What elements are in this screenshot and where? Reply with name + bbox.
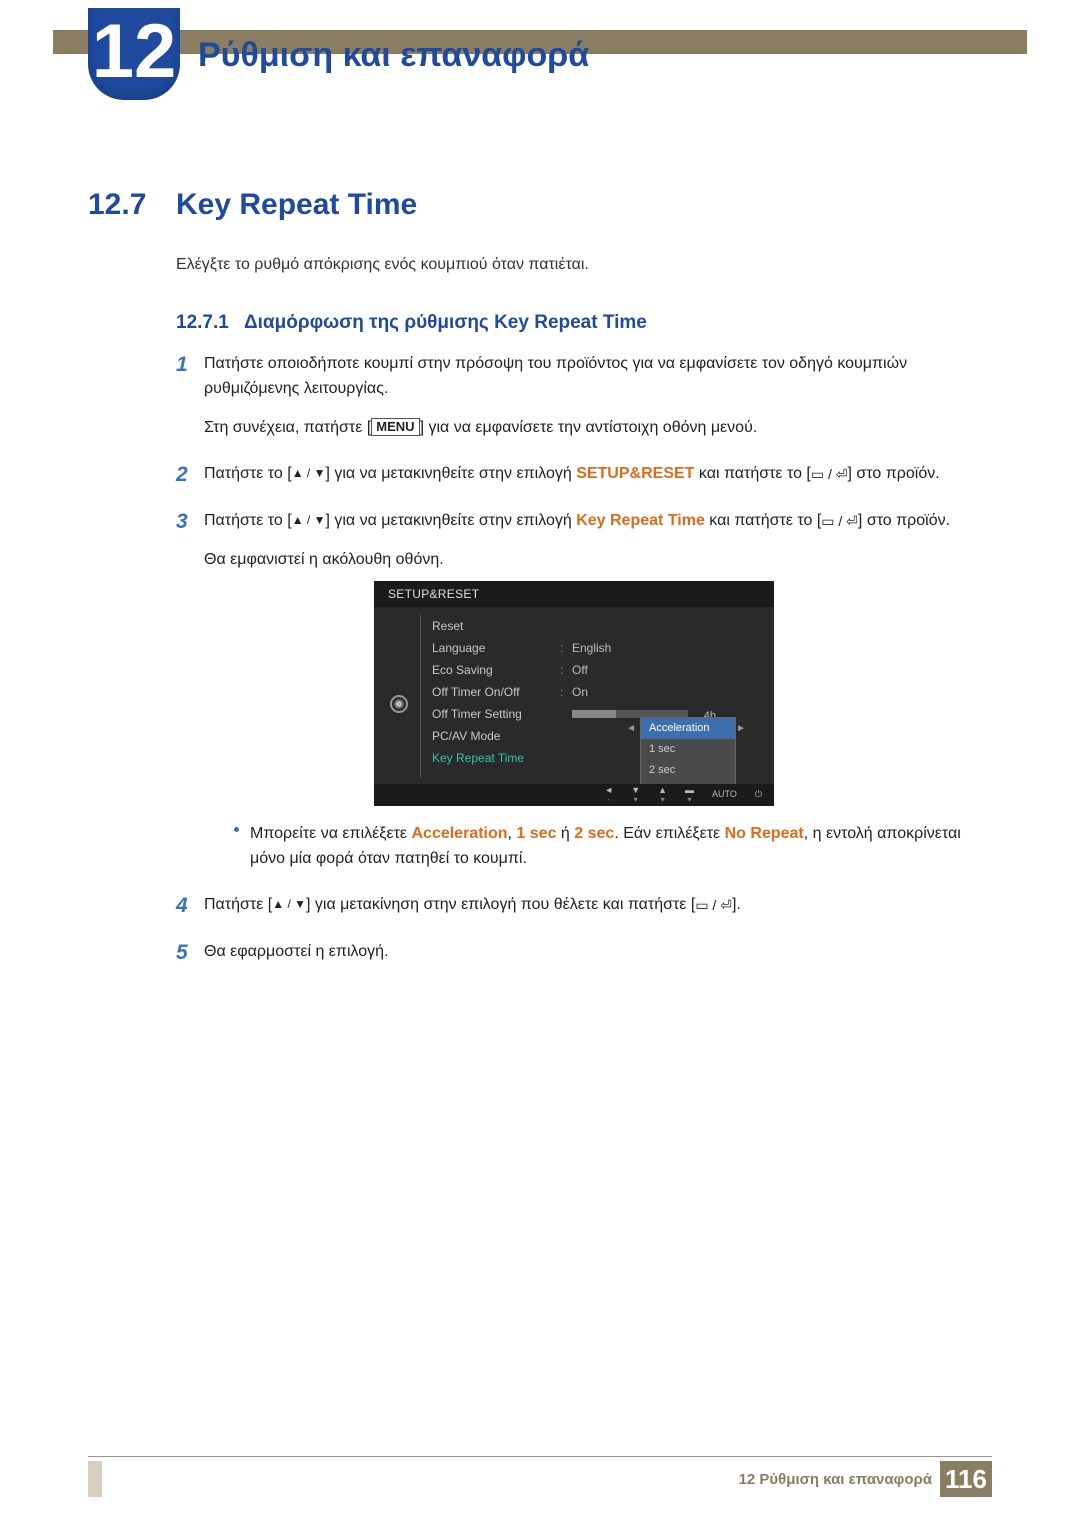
osd-item-off-timer: Off Timer On/Off [432, 681, 560, 703]
step-1: 1 Πατήστε οποιοδήποτε κουμπί στην πρόσοψ… [176, 352, 986, 440]
step-number: 1 [176, 349, 188, 382]
osd-left-arrow-icon: ◄ [626, 721, 636, 737]
step-text: ] για να εμφανίσετε την αντίστοιχη οθόνη… [420, 419, 758, 436]
step-text: ]. [732, 896, 741, 913]
step-number: 4 [176, 890, 188, 923]
bullet-item: Μπορείτε να επιλέξετε Acceleration, 1 se… [204, 822, 986, 872]
bullet-text: . Εάν επιλέξετε [614, 825, 724, 842]
step-text: Πατήστε το [ [204, 512, 292, 529]
osd-sep [560, 703, 572, 725]
osd-btn-enter-icon: ▬▾ [685, 786, 694, 804]
osd-btn-back-icon: ◄- [604, 786, 613, 804]
up-down-arrows-icon: ▲ / ▼ [272, 895, 306, 914]
osd-option-acceleration: Acceleration [641, 718, 735, 739]
osd-bottom-bar: ◄- ▼▾ ▲▾ ▬▾ AUTO ⏻ [374, 784, 774, 806]
subsection-number: 12.7.1 [176, 312, 229, 333]
step-text: Θα εφαρμοστεί η επιλογή. [204, 943, 389, 960]
highlight-no-repeat: No Repeat [725, 825, 804, 842]
osd-item-language: Language [432, 637, 560, 659]
osd-category-icon [390, 695, 408, 713]
step-text: Στη συνέχεια, πατήστε [ [204, 419, 371, 436]
osd-value-off-timer: On [572, 681, 588, 703]
osd-option-1sec: 1 sec [641, 739, 735, 760]
step-number: 5 [176, 937, 188, 970]
step-text: Θα εμφανιστεί η ακόλουθη οθόνη. [204, 551, 444, 568]
chapter-number-badge: 12 [88, 8, 180, 100]
osd-sep: : [560, 659, 572, 681]
osd-right-arrow-icon: ► [736, 721, 746, 737]
footer-chapter-label: 12 Ρύθμιση και επαναφορά [739, 1471, 932, 1488]
highlight-2sec: 2 sec [574, 825, 614, 842]
osd-sep: : [560, 681, 572, 703]
step-3: 3 Πατήστε το [▲ / ▼] για να μετακινηθείτ… [176, 509, 986, 871]
step-text: ] για να μετακινηθείτε στην επιλογή [325, 465, 576, 482]
footer: 12 Ρύθμιση και επαναφορά 116 [739, 1461, 992, 1497]
step-text: ] για να μετακινηθείτε στην επιλογή [325, 512, 576, 529]
highlight-key-repeat-time: Key Repeat Time [576, 512, 705, 529]
osd-option-2sec: 2 sec [641, 760, 735, 781]
highlight-setup-reset: SETUP&RESET [576, 465, 694, 482]
osd-item-eco: Eco Saving [432, 659, 560, 681]
step-text: ] στο προϊόν. [858, 512, 950, 529]
step-text: ] για μετακίνηση στην επιλογή που θέλετε… [306, 896, 695, 913]
osd-btn-down-icon: ▼▾ [631, 786, 640, 804]
footer-rule [88, 1456, 992, 1457]
step-text: ] στο προϊόν. [848, 465, 940, 482]
osd-btn-auto: AUTO [712, 790, 737, 799]
up-down-arrows-icon: ▲ / ▼ [292, 511, 326, 530]
enter-source-icon: ▭ / ⏎ [695, 895, 732, 917]
bullet-text: Μπορείτε να επιλέξετε [250, 825, 411, 842]
step-2: 2 Πατήστε το [▲ / ▼] για να μετακινηθείτ… [176, 462, 986, 487]
subsection-heading: 12.7.1 Διαμόρφωση της ρύθμισης Key Repea… [176, 312, 647, 334]
osd-value-language: English [572, 637, 611, 659]
enter-source-icon: ▭ / ⏎ [811, 464, 848, 486]
subsection-title: Διαμόρφωση της ρύθμισης Key Repeat Time [244, 312, 647, 333]
osd-btn-up-icon: ▲▾ [658, 786, 667, 804]
osd-screenshot: SETUP&RESET Reset Language:English Eco S… [374, 581, 774, 806]
osd-item-reset: Reset [432, 615, 560, 637]
osd-value-eco: Off [572, 659, 588, 681]
enter-source-icon: ▭ / ⏎ [821, 511, 858, 533]
step-text: και πατήστε το [ [694, 465, 810, 482]
chapter-title: Ρύθμιση και επαναφορά [198, 36, 589, 75]
footer-left-bar [88, 1461, 102, 1497]
section-title: Key Repeat Time [176, 188, 417, 222]
osd-item-key-repeat-time: Key Repeat Time [432, 747, 560, 769]
steps-list: 1 Πατήστε οποιοδήποτε κουμπί στην πρόσοψ… [176, 352, 986, 987]
menu-key-icon: MENU [371, 418, 419, 436]
section-intro: Ελέγξτε το ρυθμό απόκρισης ενός κουμπιού… [176, 256, 990, 274]
osd-sep: : [560, 637, 572, 659]
osd-divider [420, 615, 421, 778]
step-text: Πατήστε οποιοδήποτε κουμπί στην πρόσοψη … [204, 355, 907, 397]
step-4: 4 Πατήστε [▲ / ▼] για μετακίνηση στην επ… [176, 893, 986, 918]
bullet-icon [234, 827, 239, 832]
step-text: Πατήστε το [ [204, 465, 292, 482]
osd-slider-fill [572, 710, 616, 718]
osd-btn-power-icon: ⏻ [755, 790, 762, 799]
osd-title: SETUP&RESET [374, 581, 774, 607]
section-number: 12.7 [88, 188, 146, 222]
footer-page-number: 116 [940, 1461, 992, 1497]
step-text: και πατήστε το [ [705, 512, 821, 529]
osd-item-pcav: PC/AV Mode [432, 725, 560, 747]
step-number: 2 [176, 459, 188, 492]
step-number: 3 [176, 506, 188, 539]
highlight-1sec: 1 sec [516, 825, 556, 842]
step-text: Πατήστε [ [204, 896, 272, 913]
up-down-arrows-icon: ▲ / ▼ [292, 464, 326, 483]
bullet-text: ή [556, 825, 574, 842]
step-5: 5 Θα εφαρμοστεί η επιλογή. [176, 940, 986, 965]
highlight-acceleration: Acceleration [411, 825, 507, 842]
osd-item-off-timer-setting: Off Timer Setting [432, 703, 560, 725]
